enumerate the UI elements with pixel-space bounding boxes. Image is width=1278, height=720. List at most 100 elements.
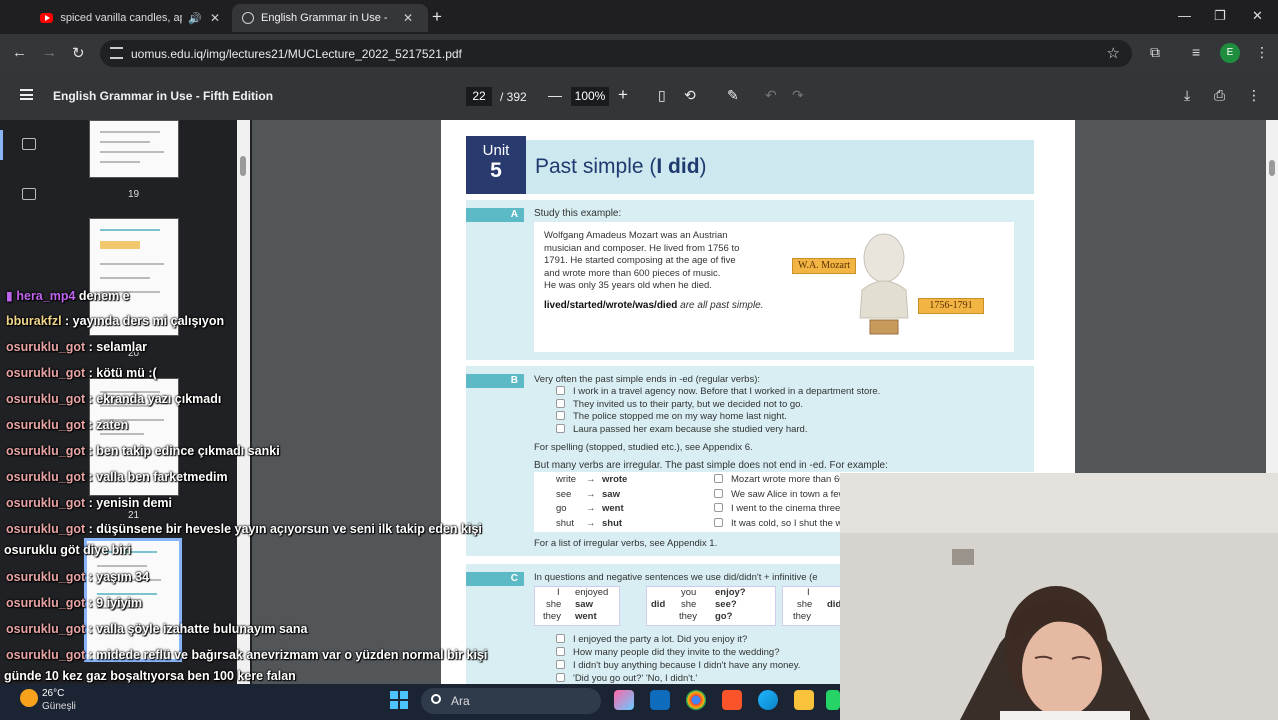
globe-icon bbox=[242, 12, 254, 24]
site-info-icon[interactable] bbox=[110, 47, 123, 59]
edge-icon[interactable] bbox=[758, 690, 778, 710]
more-options-icon[interactable]: ⋮ bbox=[1247, 87, 1261, 104]
grammar-table: I she they enjoyed saw went bbox=[534, 586, 620, 626]
thumbnails-icon[interactable] bbox=[22, 138, 36, 150]
verb-past: wrote bbox=[602, 474, 628, 485]
example-item: We saw Alice in town a few bbox=[714, 488, 845, 502]
menu-icon[interactable]: ⋮ bbox=[1255, 44, 1269, 61]
unit-title: Past simple (I did) bbox=[535, 155, 707, 178]
example-item: It was cold, so I shut the wir bbox=[714, 517, 848, 531]
new-tab-icon[interactable]: + bbox=[432, 7, 442, 27]
chat-message: günde 10 kez gaz boşaltıyorsa ben 100 ke… bbox=[4, 669, 296, 683]
tab-youtube[interactable]: spiced vanilla candles, appl 🔊 ✕ bbox=[30, 4, 230, 32]
windows-start-icon[interactable] bbox=[390, 691, 408, 709]
forward-icon[interactable]: → bbox=[42, 44, 57, 61]
address-bar[interactable]: uomus.edu.iq/img/lectures21/MUCLecture_2… bbox=[100, 40, 1132, 67]
windows-taskbar bbox=[0, 684, 840, 720]
arrow-icon: → bbox=[586, 488, 596, 500]
example-summary: lived/started/wrote/was/died are all pas… bbox=[544, 300, 764, 311]
speaker-icon[interactable]: 🔊 bbox=[188, 12, 202, 25]
brave-icon[interactable] bbox=[722, 690, 742, 710]
mozart-bust-illustration bbox=[859, 233, 909, 335]
mozart-name-tag: W.A. Mozart bbox=[792, 258, 856, 274]
example-item: Laura passed her exam because she studie… bbox=[556, 423, 807, 437]
weather-sun-icon[interactable] bbox=[20, 689, 38, 707]
verb-base: shut bbox=[556, 517, 574, 529]
redo-icon[interactable]: ↷ bbox=[792, 87, 804, 104]
tab-grammar[interactable]: English Grammar in Use - Fifth E ✕ bbox=[232, 4, 428, 32]
page-number-input[interactable]: 22 bbox=[466, 87, 492, 106]
irregular-list-note: For a list of irregular verbs, see Appen… bbox=[534, 538, 718, 549]
verb-base: see bbox=[556, 488, 572, 500]
zoom-input[interactable]: 100% bbox=[571, 87, 609, 106]
thumbnail-scroll-thumb[interactable] bbox=[240, 156, 246, 176]
bookmark-star-icon[interactable]: ☆ bbox=[1107, 44, 1120, 62]
example-item: Mozart wrote more than 60 bbox=[714, 474, 845, 487]
example-line: Wolfgang Amadeus Mozart was an Austrian bbox=[544, 230, 728, 241]
taskbar-search[interactable]: Ara bbox=[421, 688, 601, 714]
chat-message: osuruklu_got : selamlar bbox=[6, 340, 148, 354]
profile-avatar[interactable]: E bbox=[1220, 43, 1240, 63]
table-cell: they bbox=[793, 611, 811, 622]
document-title: English Grammar in Use - Fifth Edition bbox=[53, 89, 274, 103]
rotate-icon[interactable]: ⟲ bbox=[684, 87, 696, 104]
annotate-icon[interactable]: ✎ bbox=[727, 87, 739, 104]
spelling-note: For spelling (stopped, studied etc.), se… bbox=[534, 442, 753, 453]
zoom-out-icon[interactable]: — bbox=[548, 87, 562, 103]
chat-message: osuruklu_got : midede reflü ve bağırsak … bbox=[6, 648, 488, 662]
minimize-icon[interactable]: — bbox=[1178, 8, 1191, 23]
weather-description[interactable]: Güneşli bbox=[42, 701, 76, 712]
table-cell: enjoyed bbox=[575, 587, 609, 598]
chat-message: osuruklu_got : düşünsene bir hevesle yay… bbox=[6, 522, 482, 536]
table-cell: see? bbox=[715, 599, 737, 610]
undo-icon[interactable]: ↶ bbox=[765, 87, 777, 104]
extensions-icon[interactable]: ⧉ bbox=[1150, 44, 1160, 61]
print-icon[interactable]: ⎙ bbox=[1214, 87, 1225, 104]
chat-message: osuruklu_got : 9 iyiyim bbox=[6, 596, 143, 610]
maximize-icon[interactable]: ❐ bbox=[1214, 8, 1226, 24]
browser-toolbar: ← → ↻ uomus.edu.iq/img/lectures21/MUCLec… bbox=[0, 34, 1278, 72]
back-icon[interactable]: ← bbox=[12, 44, 27, 61]
outlook-icon[interactable] bbox=[650, 690, 670, 710]
page-total: / 392 bbox=[500, 90, 527, 104]
whatsapp-icon[interactable] bbox=[826, 690, 840, 710]
sidebar-menu-icon[interactable] bbox=[20, 89, 33, 100]
grammar-table: did you she they enjoy? see? go? bbox=[646, 586, 776, 626]
table-cell: she bbox=[546, 599, 562, 610]
weather-temperature[interactable]: 26°C bbox=[42, 688, 64, 699]
unit-title-bar: Past simple (I did) bbox=[526, 140, 1034, 194]
chat-message: osuruklu_got : zaten bbox=[6, 418, 129, 432]
copilot-icon[interactable] bbox=[614, 690, 634, 710]
stream-chat-overlay: ▮ hera_mp4 denem e bburakfzl : yayında d… bbox=[0, 286, 540, 686]
file-explorer-icon[interactable] bbox=[794, 690, 814, 710]
close-tab-icon[interactable]: ✕ bbox=[210, 11, 220, 25]
chat-message: osuruklu göt diye biri bbox=[4, 543, 132, 557]
table-cell: you bbox=[681, 587, 697, 598]
table-cell: I bbox=[807, 587, 810, 598]
example-line: musician and composer. He lived from 175… bbox=[544, 242, 740, 254]
search-label: Ara bbox=[451, 694, 470, 708]
webcam-feed-illustration bbox=[840, 473, 1278, 720]
fit-page-icon[interactable]: ▯ bbox=[658, 87, 666, 104]
outline-icon[interactable] bbox=[22, 188, 36, 200]
close-tab-icon[interactable]: ✕ bbox=[403, 11, 413, 25]
chat-message: osuruklu_got : yenisin demi bbox=[6, 496, 173, 510]
download-icon[interactable]: ⤓ bbox=[1184, 87, 1190, 104]
example-line: 1791. He started composing at the age of… bbox=[544, 255, 736, 266]
reload-icon[interactable]: ↻ bbox=[72, 44, 85, 62]
page-thumbnail[interactable] bbox=[89, 120, 179, 178]
search-icon bbox=[431, 694, 441, 704]
thumbnail-mode-indicator bbox=[0, 130, 3, 160]
table-cell: did bbox=[651, 599, 666, 610]
close-window-icon[interactable]: ✕ bbox=[1252, 8, 1263, 24]
chat-message: osuruklu_got : valla ben farketmedim bbox=[6, 470, 228, 484]
verb-past: went bbox=[602, 503, 624, 514]
zoom-in-icon[interactable]: + bbox=[618, 85, 628, 105]
tab-title: spiced vanilla candles, appl bbox=[60, 12, 183, 24]
viewer-scroll-thumb[interactable] bbox=[1269, 160, 1275, 176]
chrome-icon[interactable] bbox=[686, 690, 706, 710]
reading-list-icon[interactable]: ≡ bbox=[1192, 44, 1200, 60]
table-cell: go? bbox=[715, 611, 733, 622]
verb-base: go bbox=[556, 503, 567, 514]
irregular-note: But many verbs are irregular. The past s… bbox=[534, 460, 888, 471]
